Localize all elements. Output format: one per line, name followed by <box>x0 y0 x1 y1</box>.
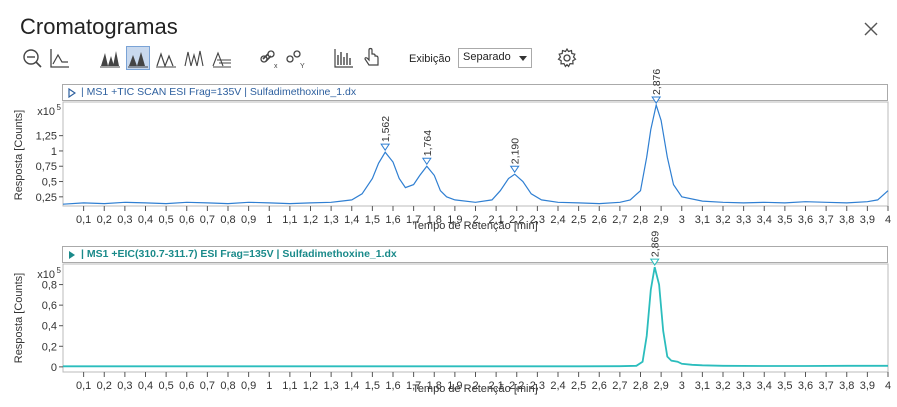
plot-area <box>62 101 889 207</box>
x-tick-label: 0,5 <box>158 214 173 226</box>
x-tick-label: 3,5 <box>777 380 792 392</box>
x-tick-label: 1,5 <box>365 214 380 226</box>
x-tick-label: 0,3 <box>117 380 132 392</box>
x-tick-label: 2,5 <box>571 214 586 226</box>
y-tick-label: 0 <box>51 362 57 374</box>
x-tick-label: 1,4 <box>344 380 359 392</box>
y-tick-label: 0,2 <box>42 341 57 353</box>
x-tick-label: 3,4 <box>757 380 772 392</box>
x-axis-label: Tempo de Retenção [min] <box>412 383 537 395</box>
x-tick-label: 1,5 <box>365 380 380 392</box>
plot-area <box>62 263 889 373</box>
x-tick-label: 1,2 <box>303 380 318 392</box>
x-tick-label: 2,6 <box>592 214 607 226</box>
x-tick-label: 0,1 <box>76 380 91 392</box>
x-tick-label: 3,6 <box>798 214 813 226</box>
x-tick-label: 1,3 <box>323 214 338 226</box>
chart-0: 0,25 0,5 0,75 1 1,25 x10 5 Resposta [Counts] 0,1… <box>13 69 891 232</box>
y-tick-label: 0,75 <box>36 161 57 173</box>
x-tick-label: 0,2 <box>97 380 112 392</box>
x-tick-label: 3 <box>679 380 685 392</box>
x-tick-label: 2,7 <box>612 380 627 392</box>
y-tick-label: 0,8 <box>42 280 57 292</box>
x-tick-label: 3,7 <box>818 214 833 226</box>
x-tick-label: 1,6 <box>385 380 400 392</box>
x-tick-label: 0,7 <box>200 214 215 226</box>
peak-label: 1,562 <box>380 116 392 142</box>
x-tick-label: 1,1 <box>282 214 297 226</box>
charts-layer: 0,250,50,7511,25x10 5Resposta [Counts]0,1… <box>13 69 891 395</box>
y-scale-label: x10 <box>37 106 55 118</box>
x-tick-label: 1 <box>266 380 272 392</box>
x-tick-label: 3,8 <box>839 214 854 226</box>
x-tick-label: 3,1 <box>695 214 710 226</box>
peak-label: 2,876 <box>651 69 663 95</box>
x-tick-label: 3,4 <box>757 214 772 226</box>
y-tick-label: 0,6 <box>42 300 57 312</box>
x-tick-label: 3,9 <box>860 380 875 392</box>
x-tick-label: 2,7 <box>612 214 627 226</box>
x-tick-label: 3,7 <box>818 380 833 392</box>
y-axis-label: Resposta [Counts] <box>13 110 25 201</box>
x-tick-label: 0,6 <box>179 214 194 226</box>
x-tick-label: 3 <box>679 214 685 226</box>
x-tick-label: 3,3 <box>736 214 751 226</box>
y-scale-exponent: 5 <box>57 103 62 112</box>
x-tick-label: 0,4 <box>138 214 153 226</box>
x-tick-label: 3,8 <box>839 380 854 392</box>
peak-label: 2,190 <box>510 138 522 164</box>
x-tick-label: 3,1 <box>695 380 710 392</box>
x-tick-label: 3,2 <box>715 214 730 226</box>
x-tick-label: 2,4 <box>550 214 565 226</box>
peak-label: 1,764 <box>422 130 434 156</box>
x-tick-label: 0,8 <box>220 214 235 226</box>
x-tick-label: 0,4 <box>138 380 153 392</box>
y-tick-label: 1 <box>51 146 57 158</box>
y-tick-label: 0,25 <box>36 192 57 204</box>
x-tick-label: 4 <box>885 380 891 392</box>
x-tick-label: 0,1 <box>76 214 91 226</box>
x-axis-label: Tempo de Retenção [min] <box>412 220 537 232</box>
x-tick-label: 3,3 <box>736 380 751 392</box>
x-tick-label: 2,8 <box>633 214 648 226</box>
x-tick-label: 2,6 <box>592 380 607 392</box>
x-tick-label: 1,6 <box>385 214 400 226</box>
x-tick-label: 1,4 <box>344 214 359 226</box>
y-scale-label: x10 <box>37 269 55 281</box>
x-tick-label: 0,9 <box>241 214 256 226</box>
y-axis-label: Resposta [Counts] <box>13 273 25 364</box>
x-tick-label: 3,2 <box>715 380 730 392</box>
x-tick-label: 2,4 <box>550 380 565 392</box>
x-tick-label: 1 <box>266 214 272 226</box>
x-tick-label: 2,9 <box>653 380 668 392</box>
x-tick-label: 0,6 <box>179 380 194 392</box>
x-tick-label: 4 <box>885 214 891 226</box>
x-tick-label: 0,7 <box>200 380 215 392</box>
x-tick-label: 1,2 <box>303 214 318 226</box>
x-tick-label: 0,2 <box>97 214 112 226</box>
x-tick-label: 1,3 <box>323 380 338 392</box>
x-tick-label: 3,9 <box>860 214 875 226</box>
x-tick-label: 2,5 <box>571 380 586 392</box>
x-tick-label: 0,8 <box>220 380 235 392</box>
peak-label: 2,869 <box>650 231 662 257</box>
x-tick-label: 1,1 <box>282 380 297 392</box>
x-tick-label: 0,3 <box>117 214 132 226</box>
y-tick-label: 1,25 <box>36 131 57 143</box>
y-tick-label: 0,5 <box>42 177 57 189</box>
x-tick-label: 2,9 <box>653 214 668 226</box>
chart-1: 00,20,40,60,8x10 5Resposta [Counts]0,1 0,2… <box>13 231 891 395</box>
y-scale-exponent: 5 <box>57 266 62 275</box>
x-tick-label: 3,6 <box>798 380 813 392</box>
x-tick-label: 0,9 <box>241 380 256 392</box>
x-tick-label: 3,5 <box>777 214 792 226</box>
x-tick-label: 2,8 <box>633 380 648 392</box>
x-tick-label: 0,5 <box>158 380 173 392</box>
y-tick-label: 0,4 <box>42 321 57 333</box>
